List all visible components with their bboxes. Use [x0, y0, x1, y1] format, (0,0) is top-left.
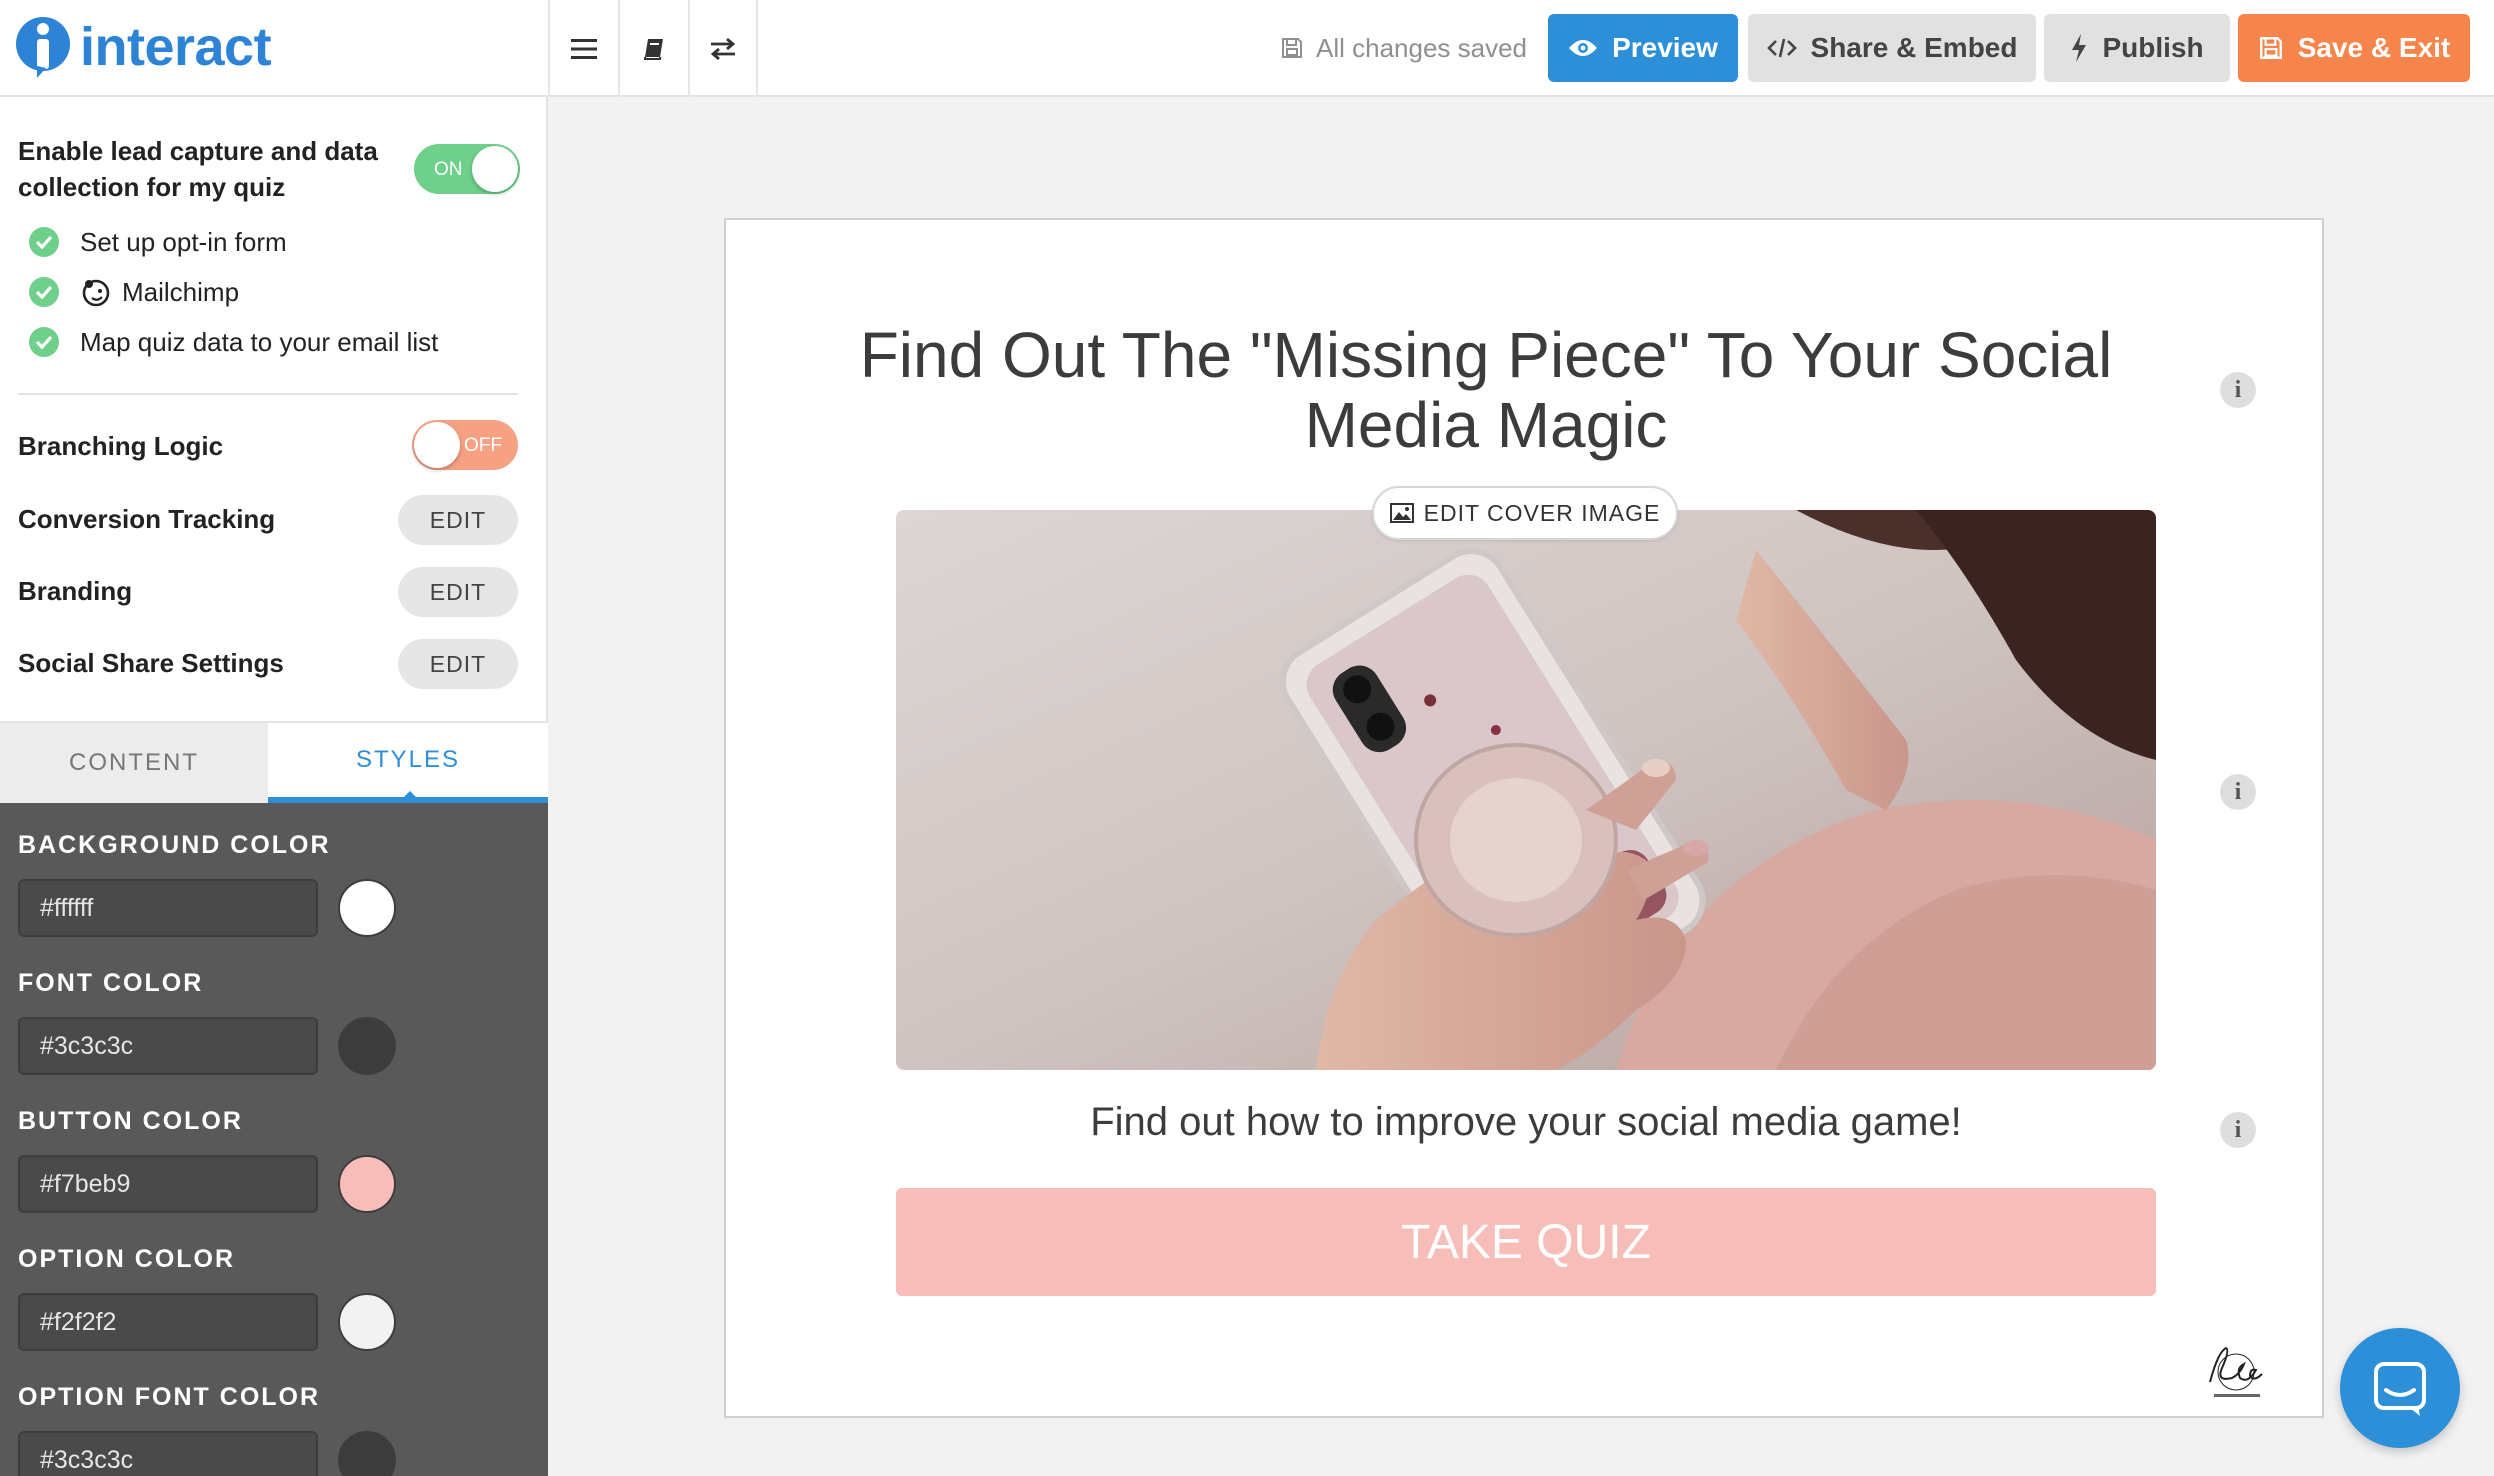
toggle-knob: [414, 422, 460, 468]
background-color-input[interactable]: #ffffff: [18, 879, 318, 937]
background-color-swatch[interactable]: [338, 879, 396, 937]
menu-button[interactable]: [548, 0, 618, 97]
cover-photo-icon: [896, 510, 2156, 1070]
check-circle-icon: [29, 327, 59, 357]
take-quiz-button[interactable]: TAKE QUIZ: [896, 1188, 2156, 1296]
book-icon: [644, 38, 663, 60]
chat-support-button[interactable]: [2340, 1328, 2460, 1448]
toggle-state-label: OFF: [464, 435, 502, 456]
top-toolbar: interact All changes saved Preview Share…: [0, 0, 2494, 97]
lightning-icon: [2072, 34, 2087, 62]
option-font-color-input[interactable]: #3c3c3c: [18, 1431, 318, 1476]
font-color-swatch[interactable]: [338, 1017, 396, 1075]
styles-panel: BACKGROUND COLOR #ffffff FONT COLOR #3c3…: [0, 803, 548, 1476]
eye-icon: [1569, 40, 1598, 56]
lead-capture-toggle[interactable]: ON: [414, 144, 520, 194]
sidebar-tabs: CONTENT STYLES: [0, 721, 548, 803]
step-label: Set up opt-in form: [80, 226, 287, 257]
sidebar-divider: [18, 393, 518, 395]
preview-label: Preview: [1612, 32, 1718, 63]
conversion-tracking-label: Conversion Tracking: [18, 504, 276, 534]
branching-logic-toggle[interactable]: OFF: [412, 420, 518, 470]
menu-icon: [571, 38, 597, 59]
option-font-color-label: OPTION FONT COLOR: [18, 1383, 321, 1411]
mailchimp-icon: [82, 279, 110, 307]
save-status: All changes saved: [1280, 28, 1527, 68]
step-opt-in-form[interactable]: Set up opt-in form: [28, 222, 287, 262]
save-exit-label: Save & Exit: [2297, 32, 2451, 63]
share-embed-button[interactable]: Share & Embed: [1748, 14, 2036, 82]
switch-button[interactable]: [688, 0, 758, 97]
font-color-label: FONT COLOR: [18, 969, 204, 997]
image-icon: [1389, 503, 1414, 523]
code-icon: [1766, 38, 1797, 58]
lead-capture-label: Enable lead capture and data collection …: [18, 136, 378, 202]
edit-cover-label: EDIT COVER IMAGE: [1423, 499, 1661, 526]
background-color-label: BACKGROUND COLOR: [18, 831, 331, 859]
interact-logo[interactable]: interact: [16, 16, 536, 78]
share-embed-label: Share & Embed: [1810, 32, 2018, 63]
branching-logic-label: Branching Logic: [18, 431, 224, 461]
interact-logo-icon: [16, 16, 74, 78]
option-color-label: OPTION COLOR: [18, 1245, 236, 1273]
image-info-icon[interactable]: i: [2220, 774, 2256, 810]
conversion-tracking-edit-button[interactable]: EDIT: [398, 495, 518, 545]
quiz-title[interactable]: Find Out The "Missing Piece" To Your Soc…: [846, 320, 2126, 460]
quiz-cover-card: Find Out The "Missing Piece" To Your Soc…: [724, 218, 2324, 1418]
settings-sidebar: Enable lead capture and data collection …: [0, 97, 548, 1476]
branding-edit-button[interactable]: EDIT: [398, 567, 518, 617]
check-circle-icon: [29, 277, 59, 307]
social-share-settings-label: Social Share Settings: [18, 648, 284, 678]
step-map-quiz-data[interactable]: Map quiz data to your email list: [28, 322, 438, 362]
edit-cover-image-button[interactable]: EDIT COVER IMAGE: [1372, 486, 1678, 540]
floppy-disk-icon: [1282, 38, 1302, 58]
quiz-subtitle[interactable]: Find out how to improve your social medi…: [896, 1100, 2156, 1145]
step-label: Map quiz data to your email list: [80, 326, 439, 357]
active-tab-indicator: [398, 791, 422, 803]
step-label: Mailchimp: [122, 276, 240, 307]
interact-logo-text: interact: [80, 17, 272, 77]
option-color-input[interactable]: #f2f2f2: [18, 1293, 318, 1351]
step-mailchimp[interactable]: Mailchimp: [28, 272, 239, 312]
option-font-color-swatch[interactable]: [338, 1431, 396, 1476]
social-share-settings-edit-button[interactable]: EDIT: [398, 639, 518, 689]
toggle-state-label: ON: [434, 159, 463, 180]
button-color-label: BUTTON COLOR: [18, 1107, 243, 1135]
button-color-swatch[interactable]: [338, 1155, 396, 1213]
save-status-text: All changes saved: [1316, 32, 1528, 63]
branding-label: Branding: [18, 576, 133, 606]
linden-co-logo-icon: [2209, 1346, 2263, 1397]
preview-button[interactable]: Preview: [1548, 14, 1738, 82]
subtitle-info-icon[interactable]: i: [2220, 1112, 2256, 1148]
tab-content[interactable]: CONTENT: [0, 723, 268, 803]
brand-logo: [2192, 1338, 2282, 1408]
chat-icon: [2374, 1362, 2426, 1416]
publish-button[interactable]: Publish: [2044, 14, 2230, 82]
button-color-input[interactable]: #f7beb9: [18, 1155, 318, 1213]
check-circle-icon: [29, 227, 59, 257]
save-exit-button[interactable]: Save & Exit: [2238, 14, 2470, 82]
floppy-disk-icon: [2259, 37, 2282, 59]
toggle-knob: [472, 146, 518, 192]
title-info-icon[interactable]: i: [2220, 372, 2256, 408]
guide-button[interactable]: [618, 0, 688, 97]
cover-image[interactable]: [896, 510, 2156, 1070]
publish-label: Publish: [2102, 32, 2204, 63]
font-color-input[interactable]: #3c3c3c: [18, 1017, 318, 1075]
option-color-swatch[interactable]: [338, 1293, 396, 1351]
swap-icon: [710, 37, 736, 60]
